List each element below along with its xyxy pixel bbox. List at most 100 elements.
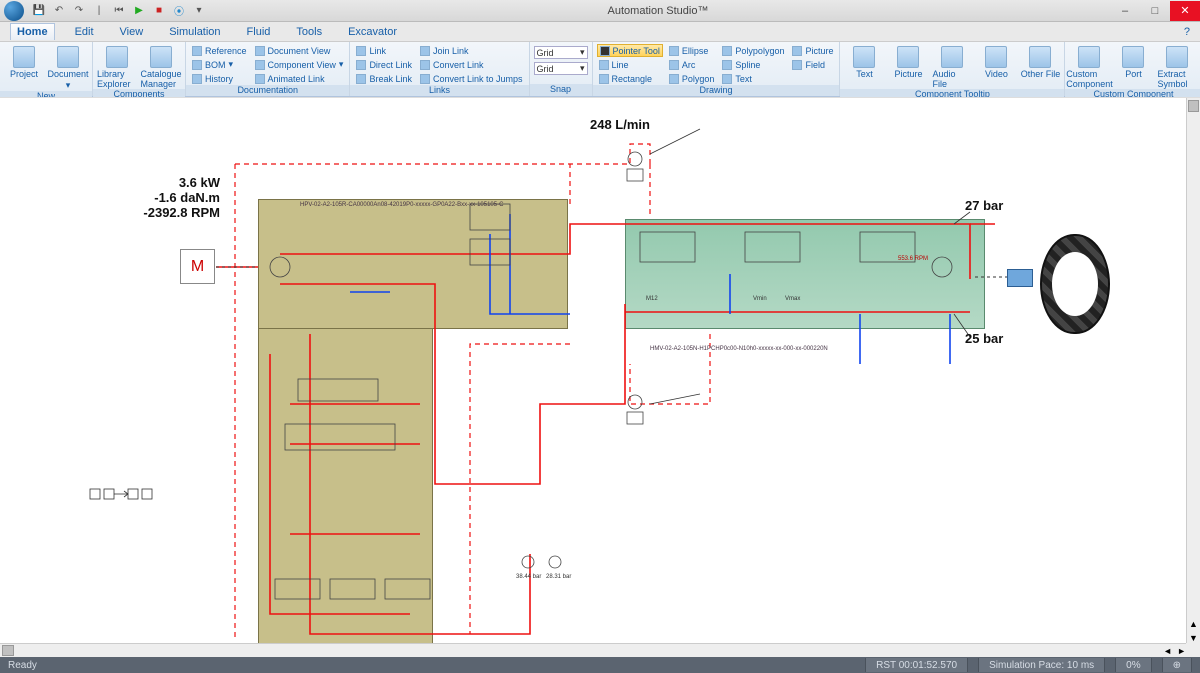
arc-icon xyxy=(669,60,679,70)
group-drawing: Pointer Tool Line Rectangle Ellipse Arc … xyxy=(593,42,841,96)
port-button[interactable]: Port xyxy=(1113,44,1153,89)
group-snap: Grid▾ Grid▾ Snap xyxy=(530,42,593,96)
bom-button[interactable]: BOM ▾ xyxy=(190,58,249,71)
snap-grid-select-2[interactable]: Grid▾ xyxy=(534,62,588,75)
scroll-thumb[interactable] xyxy=(1188,100,1199,112)
break-link-button[interactable]: Break Link xyxy=(354,72,414,85)
extract-symbol-button[interactable]: Extract Symbol xyxy=(1157,44,1197,89)
library-explorer-button[interactable]: Library Explorer xyxy=(97,44,137,89)
group-new: Project Document▾ New xyxy=(0,42,93,96)
line-button[interactable]: Line xyxy=(597,58,663,71)
status-extra-icon[interactable]: ⊕ xyxy=(1162,658,1192,672)
catalogue-icon xyxy=(150,46,172,68)
sep: | xyxy=(92,4,106,18)
canvas-area[interactable]: M xyxy=(0,97,1200,657)
convert-jumps-button[interactable]: Convert Link to Jumps xyxy=(418,72,525,85)
status-zoom[interactable]: 0% xyxy=(1115,658,1151,672)
new-project-button[interactable]: Project xyxy=(4,44,44,91)
polypolygon-button[interactable]: Polypolygon xyxy=(720,44,786,57)
ribbon-tabs: Home Edit View Simulation Fluid Tools Ex… xyxy=(0,22,1200,42)
snap-grid-select-1[interactable]: Grid▾ xyxy=(534,46,588,59)
field-button[interactable]: Field xyxy=(790,58,835,71)
direct-link-button[interactable]: Direct Link xyxy=(354,58,414,71)
help-icon[interactable]: ? xyxy=(1184,26,1190,38)
vmin-label: Vmin xyxy=(753,296,767,302)
scroll-left-icon[interactable]: ◄ xyxy=(1163,644,1172,657)
redo-icon[interactable]: ↷ xyxy=(72,4,86,18)
tooltip-text-button[interactable]: Text xyxy=(844,44,884,89)
vertical-scrollbar[interactable]: ▲ ▼ xyxy=(1186,98,1200,643)
undo-icon[interactable]: ↶ xyxy=(52,4,66,18)
convert-link-button[interactable]: Convert Link xyxy=(418,58,525,71)
history-button[interactable]: History xyxy=(190,72,249,85)
minimize-button[interactable]: – xyxy=(1110,1,1140,21)
group-label: Links xyxy=(350,85,528,96)
joinlink-icon xyxy=(420,46,430,56)
tooltip-video-button[interactable]: Video xyxy=(976,44,1016,89)
component-view-button[interactable]: Component View ▾ xyxy=(253,58,346,71)
link-icon xyxy=(356,46,366,56)
sim-back-icon[interactable]: ⏮ xyxy=(112,4,126,18)
tooltip-other-button[interactable]: Other File xyxy=(1020,44,1060,89)
reference-icon xyxy=(192,46,202,56)
pointer-tool-button[interactable]: Pointer Tool xyxy=(597,44,663,57)
sim-record-icon[interactable]: ⦿ xyxy=(172,4,186,18)
tab-excavator[interactable]: Excavator xyxy=(342,24,403,40)
tab-tools[interactable]: Tools xyxy=(290,24,328,40)
field-icon xyxy=(792,60,802,70)
titlebar: 💾 ↶ ↷ | ⏮ ▶ ■ ⦿ ▾ Automation Studio™ – □… xyxy=(0,0,1200,22)
gauge-p1: 38.44 bar xyxy=(516,574,541,580)
join-link-button[interactable]: Join Link xyxy=(418,44,525,57)
catalogue-manager-button[interactable]: Catalogue Manager xyxy=(141,44,181,89)
pressure-low-readout: 25 bar xyxy=(965,332,1003,347)
docview-icon xyxy=(255,46,265,56)
animated-link-button[interactable]: Animated Link xyxy=(253,72,346,85)
close-button[interactable]: ✕ xyxy=(1170,1,1200,21)
text-button[interactable]: Text xyxy=(720,72,786,85)
tab-view[interactable]: View xyxy=(114,24,150,40)
document-view-button[interactable]: Document View xyxy=(253,44,346,57)
polygon-button[interactable]: Polygon xyxy=(667,72,717,85)
status-ready: Ready xyxy=(8,660,37,671)
text-icon xyxy=(722,74,732,84)
scroll-down-icon[interactable]: ▼ xyxy=(1187,633,1200,643)
hydraulic-diagram[interactable]: M xyxy=(10,104,1180,637)
tooltip-picture-button[interactable]: Picture xyxy=(888,44,928,89)
tooltip-audio-icon xyxy=(941,46,963,68)
tab-fluid[interactable]: Fluid xyxy=(241,24,277,40)
new-document-button[interactable]: Document▾ xyxy=(48,44,88,91)
arc-button[interactable]: Arc xyxy=(667,58,717,71)
rectangle-icon xyxy=(599,74,609,84)
tab-simulation[interactable]: Simulation xyxy=(163,24,226,40)
picture-button[interactable]: Picture xyxy=(790,44,835,57)
motor-part-number: HMV-02-A2-105N-H1PCHP0c00-N10h0-xxxxx-xx… xyxy=(650,346,828,352)
torque-value: -1.6 daN.m xyxy=(100,191,220,206)
spline-button[interactable]: Spline xyxy=(720,58,786,71)
gauge-p2: 28.31 bar xyxy=(546,574,571,580)
ellipse-button[interactable]: Ellipse xyxy=(667,44,717,57)
qat-dropdown-icon[interactable]: ▾ xyxy=(192,4,206,18)
scroll-right-icon[interactable]: ► xyxy=(1177,644,1186,657)
port-icon xyxy=(1122,46,1144,68)
tooltip-video-icon xyxy=(985,46,1007,68)
group-label: Documentation xyxy=(186,85,349,96)
vmax-label: Vmax xyxy=(785,296,800,302)
sim-stop-icon[interactable]: ■ xyxy=(152,4,166,18)
tab-home[interactable]: Home xyxy=(10,23,55,40)
group-label: Snap xyxy=(530,84,592,96)
scroll-up-icon[interactable]: ▲ xyxy=(1187,619,1200,629)
save-icon[interactable]: 💾 xyxy=(32,4,46,18)
maximize-button[interactable]: □ xyxy=(1140,1,1170,21)
scroll-thumb[interactable] xyxy=(2,645,14,656)
link-button[interactable]: Link xyxy=(354,44,414,57)
compview-icon xyxy=(255,60,265,70)
tab-edit[interactable]: Edit xyxy=(69,24,100,40)
reference-button[interactable]: Reference xyxy=(190,44,249,57)
sim-play-icon[interactable]: ▶ xyxy=(132,4,146,18)
rectangle-button[interactable]: Rectangle xyxy=(597,72,663,85)
ellipse-icon xyxy=(669,46,679,56)
horizontal-scrollbar[interactable]: ◄ ► xyxy=(0,643,1186,657)
tooltip-audio-button[interactable]: Audio File xyxy=(932,44,972,89)
tooltip-picture-icon xyxy=(897,46,919,68)
custom-component-button[interactable]: Custom Component xyxy=(1069,44,1109,89)
